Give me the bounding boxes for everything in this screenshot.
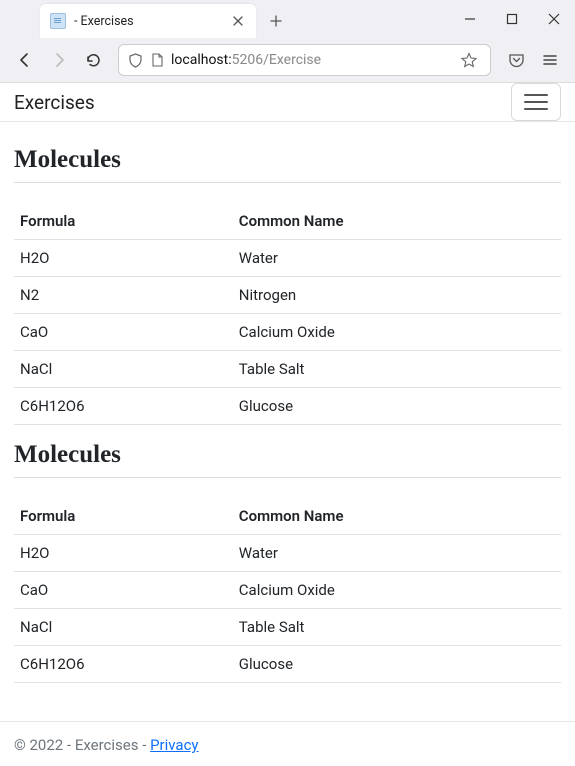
back-button[interactable] bbox=[10, 45, 40, 75]
column-header: Common Name bbox=[233, 498, 561, 535]
cell-formula: NaCl bbox=[14, 351, 233, 388]
cell-common-name: Glucose bbox=[233, 646, 561, 683]
cell-formula: H2O bbox=[14, 535, 233, 572]
divider bbox=[14, 182, 561, 183]
favicon-icon bbox=[50, 13, 66, 29]
window-controls bbox=[455, 6, 569, 32]
url-text: localhost:5206/Exercise bbox=[171, 52, 321, 68]
table-row: CaOCalcium Oxide bbox=[14, 314, 561, 351]
reload-button[interactable] bbox=[78, 45, 108, 75]
app-header: Exercises bbox=[0, 83, 575, 122]
section-heading: Molecules bbox=[14, 146, 561, 174]
cell-common-name: Calcium Oxide bbox=[233, 314, 561, 351]
section-heading: Molecules bbox=[14, 441, 561, 469]
browser-chrome: - Exercises bbox=[0, 0, 575, 83]
molecules-table: FormulaCommon NameH2OWaterCaOCalcium Oxi… bbox=[14, 498, 561, 683]
forward-button[interactable] bbox=[44, 45, 74, 75]
cell-common-name: Calcium Oxide bbox=[233, 572, 561, 609]
cell-formula: H2O bbox=[14, 240, 233, 277]
footer: © 2022 - Exercises - Privacy bbox=[0, 721, 575, 766]
minimize-button[interactable] bbox=[455, 6, 485, 32]
divider bbox=[14, 477, 561, 478]
table-row: C6H12O6Glucose bbox=[14, 646, 561, 683]
footer-text: © 2022 - Exercises - bbox=[14, 736, 150, 754]
cell-formula: NaCl bbox=[14, 609, 233, 646]
column-header: Formula bbox=[14, 498, 233, 535]
page-icon bbox=[149, 52, 165, 68]
table-row: H2OWater bbox=[14, 535, 561, 572]
cell-formula: CaO bbox=[14, 314, 233, 351]
browser-tab[interactable]: - Exercises bbox=[40, 4, 256, 38]
maximize-button[interactable] bbox=[497, 6, 527, 32]
tab-bar: - Exercises bbox=[0, 0, 575, 38]
nav-toggle-button[interactable] bbox=[511, 83, 561, 121]
page-content: Exercises MoleculesFormulaCommon NameH2O… bbox=[0, 83, 575, 766]
table-row: CaOCalcium Oxide bbox=[14, 572, 561, 609]
molecules-table: FormulaCommon NameH2OWaterN2NitrogenCaOC… bbox=[14, 203, 561, 425]
main: MoleculesFormulaCommon NameH2OWaterN2Nit… bbox=[0, 122, 575, 721]
column-header: Formula bbox=[14, 203, 233, 240]
shield-icon bbox=[127, 52, 143, 68]
table-row: H2OWater bbox=[14, 240, 561, 277]
url-bar[interactable]: localhost:5206/Exercise bbox=[118, 44, 491, 76]
app-menu-button[interactable] bbox=[535, 45, 565, 75]
cell-common-name: Glucose bbox=[233, 388, 561, 425]
pocket-icon[interactable] bbox=[501, 45, 531, 75]
bookmark-icon[interactable] bbox=[456, 47, 482, 73]
cell-formula: C6H12O6 bbox=[14, 646, 233, 683]
privacy-link[interactable]: Privacy bbox=[150, 736, 198, 754]
column-header: Common Name bbox=[233, 203, 561, 240]
cell-formula: CaO bbox=[14, 572, 233, 609]
new-tab-button[interactable] bbox=[262, 7, 290, 35]
cell-common-name: Table Salt bbox=[233, 351, 561, 388]
close-window-button[interactable] bbox=[539, 6, 569, 32]
cell-common-name: Water bbox=[233, 535, 561, 572]
table-row: N2Nitrogen bbox=[14, 277, 561, 314]
table-row: NaClTable Salt bbox=[14, 609, 561, 646]
browser-toolbar: localhost:5206/Exercise bbox=[0, 38, 575, 82]
table-row: NaClTable Salt bbox=[14, 351, 561, 388]
cell-formula: C6H12O6 bbox=[14, 388, 233, 425]
cell-formula: N2 bbox=[14, 277, 233, 314]
table-row: C6H12O6Glucose bbox=[14, 388, 561, 425]
cell-common-name: Water bbox=[233, 240, 561, 277]
cell-common-name: Nitrogen bbox=[233, 277, 561, 314]
cell-common-name: Table Salt bbox=[233, 609, 561, 646]
tab-title: - Exercises bbox=[74, 14, 134, 29]
close-icon[interactable] bbox=[230, 13, 246, 29]
brand[interactable]: Exercises bbox=[14, 91, 95, 114]
